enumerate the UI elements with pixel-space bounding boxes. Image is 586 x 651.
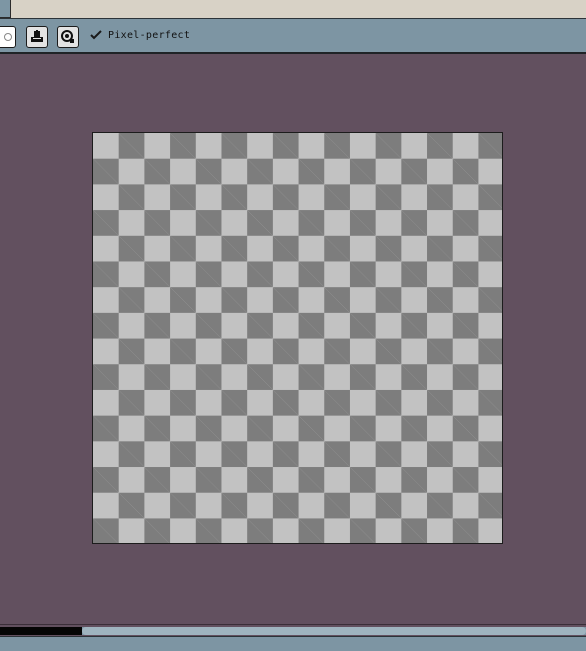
top-bar <box>0 0 586 18</box>
zoom-icon <box>61 30 74 43</box>
checkmark-icon[interactable] <box>89 28 103 42</box>
scrollbar-left-segment <box>0 627 82 635</box>
context-toolbar: Pixel-perfect <box>0 18 586 54</box>
sprite-canvas[interactable] <box>92 132 503 544</box>
editor-tab[interactable] <box>0 0 11 18</box>
brush-size-field[interactable] <box>0 26 16 48</box>
horizontal-scrollbar[interactable] <box>0 624 586 636</box>
scrollbar-thumb[interactable] <box>82 627 586 635</box>
zoom-button[interactable] <box>57 26 79 48</box>
ink-button[interactable] <box>26 26 48 48</box>
pixel-perfect-label[interactable]: Pixel-perfect <box>108 30 190 42</box>
ink-icon <box>31 30 43 42</box>
status-bar <box>0 636 586 651</box>
